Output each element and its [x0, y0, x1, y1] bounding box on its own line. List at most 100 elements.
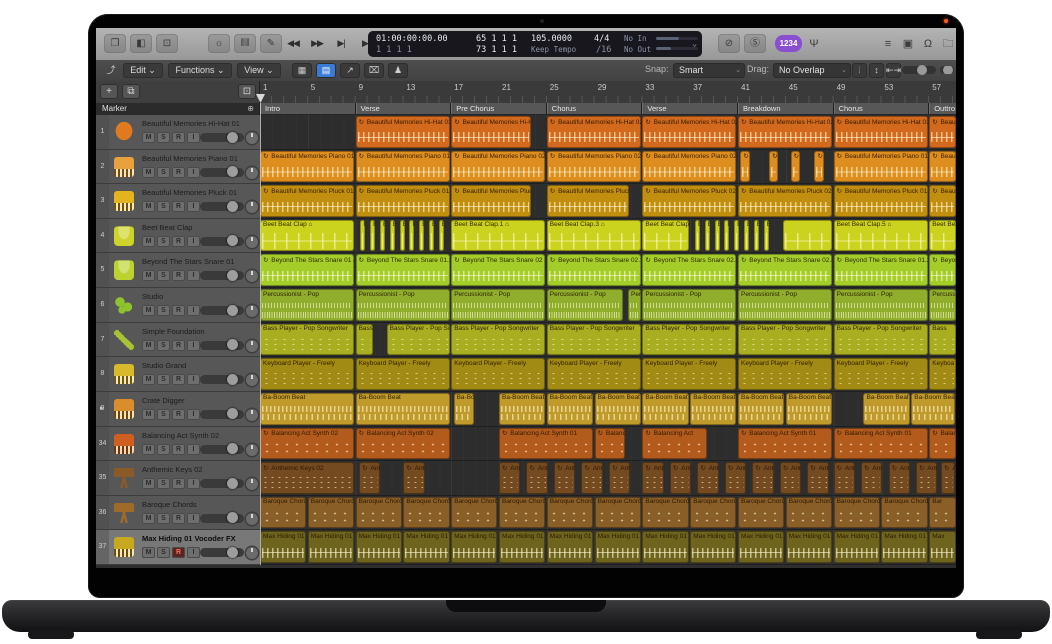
region[interactable]: ↻ Balancing Act Synth 02: [356, 428, 450, 460]
region[interactable]: Keyboard Player - Freely: [642, 358, 736, 390]
add-marker-icon[interactable]: ⊕: [247, 104, 254, 113]
region[interactable]: Max Hiding 01 V: [881, 531, 927, 563]
region[interactable]: ↻ Anthe: [889, 462, 910, 494]
menu-view[interactable]: View ⌄: [237, 63, 281, 78]
region[interactable]: Keyboard Player - Freely: [547, 358, 641, 390]
track-lane[interactable]: Keyboard Player - FreelyKeyboard Player …: [260, 357, 956, 392]
mute-button[interactable]: M: [142, 305, 155, 316]
region[interactable]: ↻ Be: [769, 151, 778, 183]
menu-edit[interactable]: Edit ⌄: [123, 63, 163, 78]
arrangement-marker[interactable]: Verse: [356, 103, 452, 114]
track-name[interactable]: Beet Beat Clap: [142, 223, 254, 232]
region[interactable]: ↻ Anthe: [642, 462, 663, 494]
volume-slider[interactable]: [200, 133, 244, 142]
region[interactable]: ↻ Balancing Act Synth 02: [260, 428, 354, 460]
region[interactable]: Ba-Boom Beat: [642, 393, 688, 425]
track-lane[interactable]: Baroque ChordsBaroque ChordsBaroque Chor…: [260, 496, 956, 531]
snare-drum-icon[interactable]: [114, 260, 134, 280]
input-monitor-button[interactable]: I: [187, 409, 200, 420]
region[interactable]: ↻ Beautiful Memories Piano 01.1: [356, 151, 450, 183]
mute-button[interactable]: M: [142, 374, 155, 385]
region[interactable]: B: [380, 220, 385, 252]
region[interactable]: ↻ Beautiful Memories Hi-Hat 02: [451, 116, 531, 148]
region[interactable]: ↻ Balancing Act: [642, 428, 706, 460]
duplicate-track-button[interactable]: ⧉: [122, 84, 140, 99]
mute-button[interactable]: M: [142, 132, 155, 143]
region[interactable]: Percussionist - Pop: [834, 289, 928, 321]
region[interactable]: Max Hiding 01 V: [499, 531, 545, 563]
stop-button[interactable]: ▶|: [330, 33, 352, 54]
track-header[interactable]: 5Beyond The Stars Snare 01MSRI: [96, 253, 260, 288]
region[interactable]: ↻ Be: [740, 151, 749, 183]
track-header[interactable]: 35Anthemic Keys 02MSRI: [96, 461, 260, 496]
record-enable-button[interactable]: R: [172, 547, 185, 558]
input-monitor-button[interactable]: I: [187, 236, 200, 247]
automation-curve-button[interactable]: ↗: [340, 63, 360, 78]
tuner-icon[interactable]: Ψ: [804, 35, 824, 53]
track-header[interactable]: 9▸Crate DiggerMSRI: [96, 392, 260, 427]
region[interactable]: ↻ Balancing Act Synth 01: [738, 428, 832, 460]
region[interactable]: Bass: [929, 324, 956, 356]
vocoder-synth-icon[interactable]: [114, 537, 134, 557]
horizontal-auto-zoom-button[interactable]: ⇤⇥: [886, 63, 901, 78]
region[interactable]: [783, 220, 832, 252]
region[interactable]: Bar: [929, 497, 956, 529]
record-enable-button[interactable]: R: [172, 270, 185, 281]
solo-button[interactable]: S: [157, 132, 170, 143]
region[interactable]: ↻ An: [941, 462, 955, 494]
track-header[interactable]: 4Beet Beat ClapMSRI: [96, 219, 260, 254]
region[interactable]: Max Hiding 01 V: [642, 531, 688, 563]
region[interactable]: B: [764, 220, 769, 252]
region[interactable]: Percussionist - Pop: [738, 289, 832, 321]
region[interactable]: Ba-Boom Bea: [911, 393, 955, 425]
track-name[interactable]: Anthemic Keys 02: [142, 465, 254, 474]
region[interactable]: ↻ Beautiful Memories Hi-Hat 03.1: [356, 116, 450, 148]
arrangement-marker[interactable]: Chorus: [547, 103, 643, 114]
input-monitor-button[interactable]: I: [187, 340, 200, 351]
volume-slider[interactable]: [200, 237, 244, 246]
region[interactable]: Max Hiding 01 V: [786, 531, 832, 563]
track-lane[interactable]: ↻ Beyond The Stars Snare 01 ⌂⌂↻ Beyond T…: [260, 253, 956, 288]
track-header[interactable]: 1Beautiful Memories Hi-Hat 01MSRI: [96, 115, 260, 150]
region[interactable]: ↻ Beauti: [929, 185, 956, 217]
region[interactable]: ↻ Beautiful Memories Pluck 01.2: [834, 185, 928, 217]
track-lane[interactable]: ↻ Beautiful Memories Pluck 01↻ Beautiful…: [260, 184, 956, 219]
region[interactable]: Max Hiding 01 V: [547, 531, 593, 563]
library-button[interactable]: ❐: [104, 34, 126, 53]
region[interactable]: B: [754, 220, 759, 252]
region[interactable]: Baroque Chords: [403, 497, 449, 529]
volume-slider[interactable]: [200, 548, 244, 557]
region[interactable]: Ba-Boom Beat: [499, 393, 545, 425]
region[interactable]: Keyboard Player - Freely: [834, 358, 928, 390]
record-enable-button[interactable]: R: [172, 167, 185, 178]
lcd-time[interactable]: 01:00:00:00.00: [376, 34, 448, 44]
region[interactable]: ↻ Beautiful Memories Piano 01.2: [834, 151, 928, 183]
pan-knob[interactable]: [246, 513, 258, 525]
region[interactable]: ↻ Anthe: [499, 462, 520, 494]
hi-hat-icon[interactable]: [114, 122, 134, 142]
track-name[interactable]: Beyond The Stars Snare 01: [142, 257, 254, 266]
bar-ruler[interactable]: 159131721252933374145495357: [260, 81, 956, 104]
arrangement-marker[interactable]: Chorus: [834, 103, 930, 114]
region[interactable]: Max Hiding 01 V: [834, 531, 880, 563]
drum-machine-icon[interactable]: [114, 399, 134, 419]
lcd-position[interactable]: 1 1 1 1: [376, 45, 412, 55]
region[interactable]: Keyboard Player - Freely: [738, 358, 832, 390]
region[interactable]: ↻ Anthe: [752, 462, 773, 494]
solo-button[interactable]: S: [157, 513, 170, 524]
solo-button[interactable]: S: [157, 167, 170, 178]
region[interactable]: ↻ Beyond The Stars Snare 02.3: [738, 254, 832, 286]
region[interactable]: Baroque Chords: [547, 497, 593, 529]
region[interactable]: Max Hiding 01 V: [356, 531, 402, 563]
region[interactable]: Bass P: [356, 324, 374, 356]
region[interactable]: ↻ Anthemic Keys 02: [260, 462, 354, 494]
pan-knob[interactable]: [246, 132, 258, 144]
region[interactable]: ↻ Beautiful Memories Pluck 02: [547, 185, 629, 217]
grand-piano-icon[interactable]: [114, 364, 134, 384]
region[interactable]: B: [390, 220, 395, 252]
region[interactable]: B: [400, 220, 405, 252]
region[interactable]: Ba-Boom Beat: [356, 393, 450, 425]
region[interactable]: Ba-Boom Beat: [738, 393, 784, 425]
region[interactable]: ↻ Anthe: [861, 462, 882, 494]
input-monitor-button[interactable]: I: [187, 132, 200, 143]
